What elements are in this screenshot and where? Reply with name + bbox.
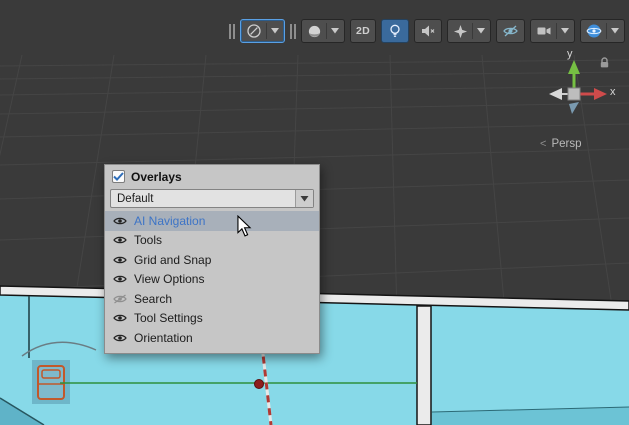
sparkle-icon xyxy=(453,24,468,39)
orientation-gizmo[interactable]: y x xyxy=(534,50,624,130)
dropdown-caret xyxy=(295,190,313,207)
check-icon xyxy=(113,172,124,182)
nav-path-node xyxy=(255,380,264,389)
scene-audio-toggle[interactable] xyxy=(414,19,442,43)
projection-toggle[interactable]: < Persp xyxy=(540,138,581,150)
mouse-cursor xyxy=(236,215,252,242)
scene-camera-button[interactable] xyxy=(530,19,575,43)
overlays-enabled-checkbox[interactable] xyxy=(112,170,125,183)
overlays-header: Overlays xyxy=(105,165,319,188)
2d-toggle-label: 2D xyxy=(356,25,370,37)
overlay-preset-value: Default xyxy=(111,193,295,205)
wall-vertical xyxy=(417,306,431,425)
2d-toggle-button[interactable]: 2D xyxy=(350,19,376,43)
speaker-mute-icon xyxy=(420,23,436,39)
overlays-menu-button[interactable] xyxy=(240,19,285,43)
chevron-down-icon xyxy=(300,196,309,202)
unity-scene-view: 2D xyxy=(0,0,629,425)
axis-y-label: y xyxy=(567,48,573,60)
compass-icon xyxy=(246,23,262,39)
gizmo-cube[interactable] xyxy=(568,88,580,100)
chevron-down-icon xyxy=(331,28,339,34)
axis-z[interactable] xyxy=(569,102,579,114)
camera-icon xyxy=(536,23,552,39)
overlay-item-grid-and-snap[interactable]: Grid and Snap xyxy=(105,250,319,270)
toolbar-drag-handle[interactable] xyxy=(290,23,296,39)
overlay-item-search[interactable]: Search xyxy=(105,289,319,309)
chevron-down-icon xyxy=(271,28,279,34)
chevron-down-icon xyxy=(611,28,619,34)
chevron-down-icon xyxy=(477,28,485,34)
scene-lighting-toggle[interactable] xyxy=(381,19,409,43)
overlay-preset-dropdown[interactable]: Default xyxy=(110,189,314,208)
gizmo-lock-icon[interactable] xyxy=(599,56,610,74)
draw-mode-button[interactable] xyxy=(301,19,345,43)
overlay-item-ai-navigation[interactable]: AI Navigation xyxy=(105,211,319,231)
eye-icon xyxy=(113,255,127,265)
eye-slash-icon xyxy=(502,23,519,39)
overlays-title: Overlays xyxy=(131,170,182,184)
scene-visibility-toggle[interactable] xyxy=(496,19,525,43)
lightbulb-icon xyxy=(387,23,403,39)
orbit-icon xyxy=(586,23,602,39)
persp-chevron-icon: < xyxy=(540,138,546,150)
eye-icon xyxy=(113,313,127,323)
overlay-item-orientation[interactable]: Orientation xyxy=(105,328,319,348)
eye-icon xyxy=(113,274,127,284)
sphere-icon xyxy=(307,24,322,39)
scene-effects-button[interactable] xyxy=(447,19,491,43)
chevron-down-icon xyxy=(561,28,569,34)
eye-hidden-icon xyxy=(113,294,127,304)
projection-label: Persp xyxy=(551,138,581,150)
overlay-item-tool-settings[interactable]: Tool Settings xyxy=(105,309,319,329)
eye-icon xyxy=(113,333,127,343)
overlay-item-tools[interactable]: Tools xyxy=(105,231,319,251)
toolbar-drag-handle[interactable] xyxy=(229,23,235,39)
overlays-popup: Overlays Default AI Navigation Tools xyxy=(104,164,320,354)
eye-icon xyxy=(113,216,127,226)
overlay-item-view-options[interactable]: View Options xyxy=(105,270,319,290)
scene-gizmo-button[interactable] xyxy=(580,19,625,43)
axis-x-label: x xyxy=(610,86,616,98)
scene-view-toolbar: 2D xyxy=(229,18,625,44)
eye-icon xyxy=(113,235,127,245)
